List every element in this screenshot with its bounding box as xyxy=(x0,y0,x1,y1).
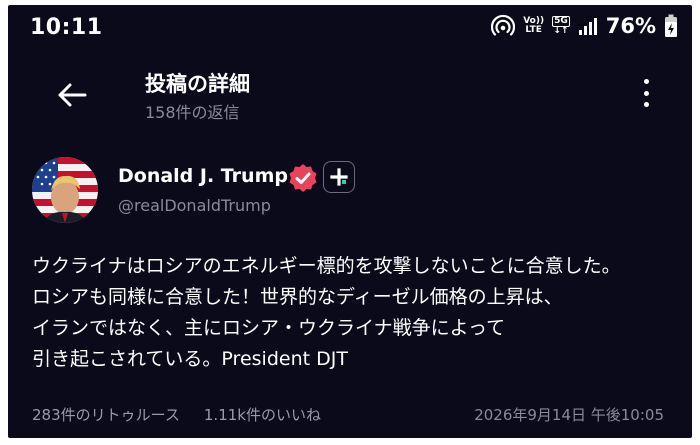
battery-percent: 76% xyxy=(605,14,656,38)
avatar[interactable] xyxy=(32,157,98,223)
retruth-count[interactable]: 283件のリトゥルース xyxy=(32,404,180,425)
status-time: 10:11 xyxy=(30,15,103,40)
signal-icon xyxy=(578,17,598,35)
post-timestamp: 2026年9月14日 午後10:05 xyxy=(474,406,664,424)
battery-charging-icon xyxy=(664,14,678,38)
post-line: イランではなく、主にロシア・ウクライナ戦争によって xyxy=(32,317,506,339)
like-count[interactable]: 1.11k件のいいね xyxy=(204,404,321,425)
arrow-left-icon xyxy=(58,83,87,107)
plus-icon xyxy=(330,168,348,186)
post-line: ウクライナはロシアのエネルギー標的を攻撃しないことに合意した。 xyxy=(32,255,621,277)
author-name[interactable]: Donald J. Trump xyxy=(118,165,288,187)
volte-icon: Vo)) LTE xyxy=(523,16,545,35)
page-title: 投稿の詳細 xyxy=(145,72,250,96)
post-line: ロシアも同様に合意した！世界的なディーゼル価格の上昇は、 xyxy=(32,286,563,308)
follow-button[interactable] xyxy=(323,161,355,193)
author-handle[interactable]: @realDonaldTrump xyxy=(118,196,271,215)
post-line: 引き起こされている。President DJT xyxy=(32,348,348,370)
more-options-button[interactable] xyxy=(638,77,654,109)
back-button[interactable] xyxy=(52,75,92,115)
network-5g-icon: 5G ↓↑ xyxy=(552,16,570,36)
verified-badge-icon xyxy=(288,163,318,193)
avatar-flag-portrait xyxy=(32,157,98,223)
app-screen: 10:11 Vo)) LTE 5G ↓↑ 76% 投稿の詳細 158件の返信 D… xyxy=(8,5,692,438)
hotspot-icon xyxy=(491,14,516,38)
reply-count: 158件の返信 xyxy=(145,103,240,122)
post-stats: 283件のリトゥルース 1.11k件のいいね xyxy=(32,404,321,425)
status-icons: Vo)) LTE 5G ↓↑ 76% xyxy=(491,14,678,38)
post-body: ウクライナはロシアのエネルギー標的を攻撃しないことに合意した。 ロシアも同様に合… xyxy=(32,251,684,375)
